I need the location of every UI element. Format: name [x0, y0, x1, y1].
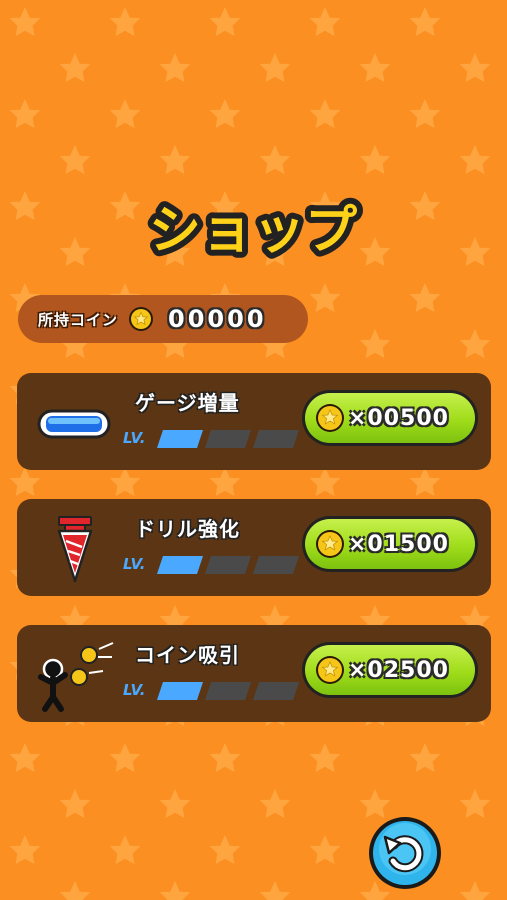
item-name: コイン吸引	[135, 643, 240, 667]
owned-coins-label: 所持コイン	[38, 310, 119, 329]
level-segment-3	[253, 430, 299, 448]
coin-icon	[316, 404, 344, 432]
price-label: ×02500	[348, 657, 449, 683]
shop-item-drill: ドリル強化 LV. ×01500	[17, 499, 491, 596]
price-label: ×00500	[348, 405, 449, 431]
level-segment-1	[157, 430, 203, 448]
shop-item-coin-magnet: コイン吸引 LV. ×02500	[17, 625, 491, 722]
level-segment-3	[253, 556, 299, 574]
level-label: LV.	[123, 681, 146, 699]
level-segment-3	[253, 682, 299, 700]
owned-coins-bar: 所持コイン 00000	[18, 295, 308, 343]
gauge-bar-icon	[37, 409, 111, 439]
shop-title-text: ショップ	[149, 201, 357, 261]
level-segment-2	[205, 430, 251, 448]
level-segment-1	[157, 556, 203, 574]
coin-icon	[316, 530, 344, 558]
owned-coins-count: 00000	[168, 305, 267, 333]
level-bars	[157, 430, 299, 448]
item-name: ドリル強化	[135, 517, 240, 541]
shop-item-gauge: ゲージ増量 LV. ×00500	[17, 373, 491, 470]
level-segment-2	[205, 682, 251, 700]
back-button[interactable]	[367, 815, 443, 891]
level-label: LV.	[123, 555, 146, 573]
buy-coin-magnet-button[interactable]: ×02500	[302, 642, 478, 698]
buy-gauge-button[interactable]: ×00500	[302, 390, 478, 446]
price-label: ×01500	[348, 531, 449, 557]
level-bars	[157, 682, 299, 700]
coin-icon	[129, 307, 154, 331]
level-segment-2	[205, 556, 251, 574]
level-bars	[157, 556, 299, 574]
level-label: LV.	[123, 429, 146, 447]
coin-icon	[316, 656, 344, 684]
coin-magnet-icon	[38, 642, 114, 712]
item-name: ゲージ増量	[135, 391, 240, 415]
buy-drill-button[interactable]: ×01500	[302, 516, 478, 572]
shop-title: ショップ ショップ	[143, 195, 363, 267]
level-segment-1	[157, 682, 203, 700]
drill-icon	[57, 516, 93, 583]
